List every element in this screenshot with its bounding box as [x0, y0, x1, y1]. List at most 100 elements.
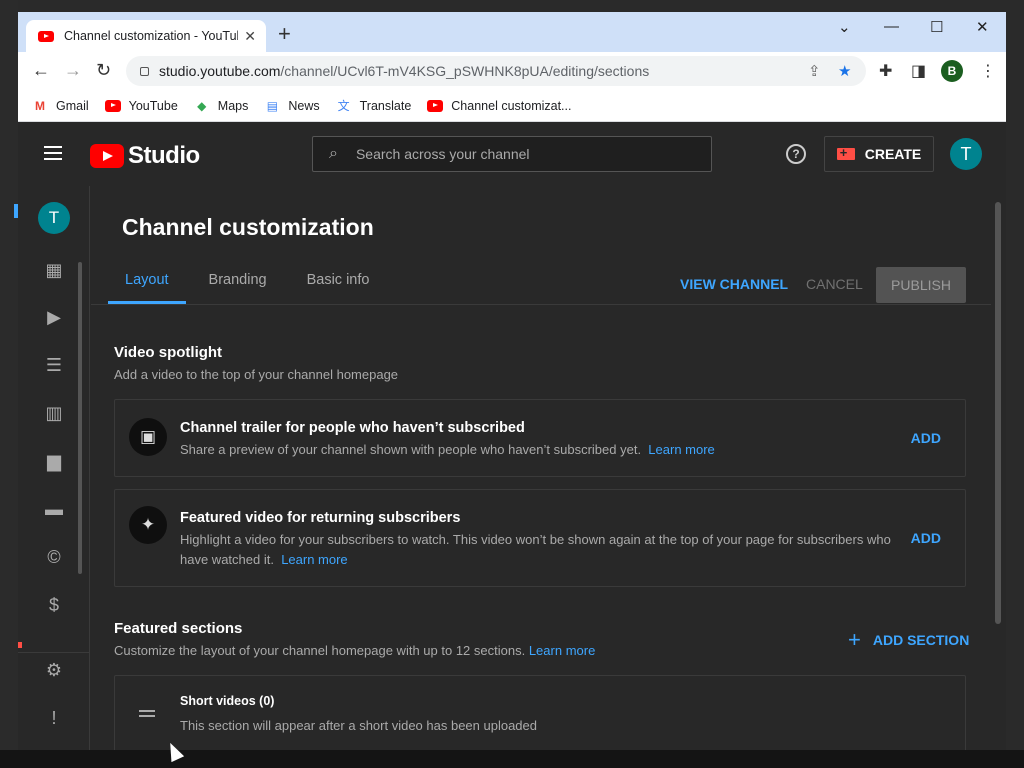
tab-branding[interactable]: Branding — [192, 266, 284, 304]
hamburger-menu-icon[interactable] — [44, 146, 62, 160]
feedback-icon[interactable]: ! — [43, 707, 65, 729]
card-description: Highlight a video for your subscribers t… — [180, 530, 910, 570]
gmail-icon: M — [35, 98, 45, 113]
search-input[interactable] — [355, 146, 676, 162]
featured-subtitle-text: Customize the layout of your channel hom… — [114, 643, 526, 658]
minimize-icon[interactable]: — — [884, 18, 899, 35]
bookmark-star-icon[interactable]: ★ — [838, 62, 851, 80]
earn-icon[interactable]: $ — [43, 594, 65, 616]
dashboard-icon[interactable]: ▦ — [43, 259, 65, 281]
settings-icon[interactable]: ⚙ — [43, 659, 65, 681]
help-icon[interactable]: ? — [786, 144, 806, 164]
add-featured-video-button[interactable]: ADD — [911, 530, 941, 546]
share-icon[interactable]: ⇪ — [808, 62, 821, 80]
add-section-label: ADD SECTION — [872, 632, 970, 648]
youtube-logo-icon — [90, 144, 124, 168]
create-label: CREATE — [864, 146, 922, 162]
sidebar-divider — [18, 652, 90, 653]
bookmark-gmail[interactable]: M Gmail — [32, 99, 89, 113]
card-title: Channel trailer for people who haven’t s… — [180, 420, 525, 436]
channel-trailer-card: ▣ Channel trailer for people who haven’t… — [114, 399, 966, 477]
reload-icon[interactable]: ↻ — [96, 60, 111, 80]
view-channel-button[interactable]: VIEW CHANNEL — [680, 276, 788, 292]
tab-close-icon[interactable]: ✕ — [244, 28, 256, 45]
browser-toolbar: ← → ↻ studio.youtube.com/channel/UCvl6T-… — [18, 52, 1006, 90]
add-trailer-button[interactable]: ADD — [911, 430, 941, 446]
bookmark-label: Gmail — [56, 98, 89, 113]
plus-icon: + — [848, 627, 861, 652]
card-desc-text: Share a preview of your channel shown wi… — [180, 442, 642, 457]
side-panel-icon[interactable]: ◨ — [911, 61, 926, 81]
maximize-icon[interactable]: ☐ — [930, 18, 943, 36]
create-video-icon — [836, 145, 855, 160]
bookmark-label: Translate — [359, 98, 412, 113]
desktop-left-edge — [0, 0, 18, 768]
close-window-icon[interactable]: ✕ — [976, 18, 989, 36]
playlists-icon[interactable]: ☰ — [43, 354, 65, 376]
copyright-icon[interactable]: © — [43, 546, 65, 568]
youtube-icon — [104, 99, 121, 112]
section-description: This section will appear after a short v… — [180, 718, 537, 733]
desktop-right-edge — [1006, 0, 1024, 768]
search-box[interactable]: ⌕ — [312, 136, 712, 172]
tab-basic-info[interactable]: Basic info — [290, 266, 387, 304]
content-icon[interactable]: ▶ — [43, 306, 65, 328]
learn-more-link[interactable]: Learn more — [281, 552, 347, 567]
address-bar[interactable]: studio.youtube.com/channel/UCvl6T-mV4KSG… — [126, 56, 866, 86]
bookmark-youtube[interactable]: YouTube — [104, 98, 178, 113]
bookmark-news[interactable]: ▤ News — [264, 98, 320, 113]
cancel-button[interactable]: CANCEL — [806, 276, 863, 292]
youtube-favicon-icon — [38, 30, 54, 42]
learn-more-link[interactable]: Learn more — [529, 643, 595, 658]
browser-window: Channel customization - YouTube ✕ + ⌄ — … — [18, 12, 1006, 750]
studio-header: Studio ⌕ ? CREATE T — [18, 122, 1006, 186]
featured-sections-subtitle: Customize the layout of your channel hom… — [114, 643, 595, 658]
forward-icon[interactable]: → — [64, 60, 82, 80]
studio-logo[interactable]: Studio — [90, 142, 200, 170]
new-tab-icon[interactable]: + — [278, 23, 291, 45]
main-scrollbar[interactable] — [995, 202, 1001, 624]
translate-icon: 文 — [337, 98, 350, 113]
youtube-icon — [427, 99, 444, 112]
desktop-bottom-edge — [0, 750, 1024, 768]
section-title: Short videos (0) — [180, 694, 275, 708]
extensions-icon[interactable]: ✚ — [879, 61, 892, 81]
spotlight-title: Video spotlight — [114, 344, 223, 361]
featured-video-icon: ✦ — [129, 506, 167, 544]
create-button[interactable]: CREATE — [824, 136, 934, 172]
profile-avatar[interactable]: B — [941, 60, 963, 82]
channel-avatar[interactable]: T — [38, 202, 70, 234]
bookmark-maps[interactable]: ◆ Maps — [194, 98, 249, 113]
featured-video-card: ✦ Featured video for returning subscribe… — [114, 489, 966, 587]
short-videos-section[interactable]: Short videos (0) This section will appea… — [114, 675, 966, 750]
url-host: studio.youtube.com — [159, 63, 281, 79]
back-icon[interactable]: ← — [32, 60, 50, 80]
card-description: Share a preview of your channel shown wi… — [180, 440, 910, 460]
bookmarks-bar: M Gmail YouTube ◆ Maps ▤ News 文 Translate Ch… — [18, 90, 1006, 122]
publish-button[interactable]: PUBLISH — [876, 267, 966, 303]
spotlight-subtitle: Add a video to the top of your channel h… — [114, 367, 399, 382]
drag-handle-icon[interactable] — [139, 710, 155, 720]
tab-layout[interactable]: Layout — [108, 266, 186, 304]
bookmark-channel-customization[interactable]: Channel customizat... — [427, 99, 571, 113]
featured-sections-title: Featured sections — [114, 620, 243, 637]
bookmark-translate[interactable]: 文 Translate — [336, 99, 412, 113]
browser-tab[interactable]: Channel customization - YouTube ✕ — [26, 20, 266, 52]
tab-search-icon[interactable]: ⌄ — [838, 18, 851, 36]
sidebar-marker — [18, 642, 22, 648]
comments-icon[interactable]: ▆ — [43, 450, 65, 472]
page-title: Channel customization — [122, 214, 374, 240]
news-icon: ▤ — [266, 98, 279, 113]
analytics-icon[interactable]: ▥ — [43, 402, 65, 424]
bookmark-label: YouTube — [128, 98, 178, 113]
account-avatar[interactable]: T — [950, 138, 982, 170]
learn-more-link[interactable]: Learn more — [648, 442, 714, 457]
subtitles-icon[interactable]: ▬ — [43, 498, 65, 520]
bookmark-label: News — [288, 98, 320, 113]
tabs-divider — [91, 304, 991, 305]
bookmark-label: Maps — [217, 98, 249, 113]
add-section-button[interactable]: + ADD SECTION — [848, 627, 970, 652]
logo-text: Studio — [128, 142, 200, 169]
menu-icon[interactable]: ⋮ — [980, 61, 996, 81]
sidebar-scrollbar[interactable] — [78, 262, 82, 574]
